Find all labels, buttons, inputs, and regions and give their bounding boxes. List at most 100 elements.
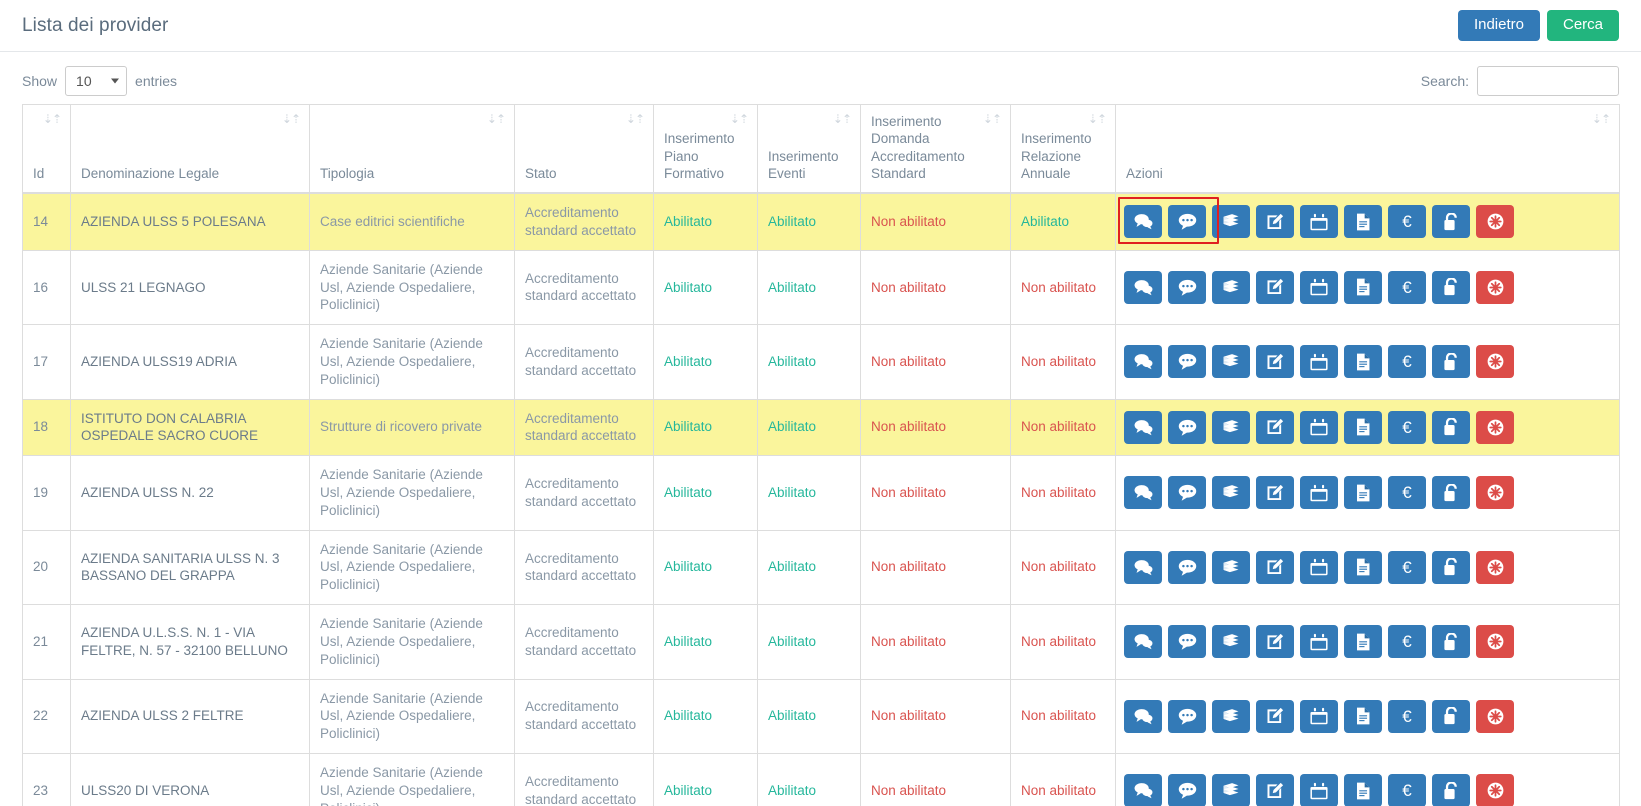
action-comment-dots-button[interactable] — [1168, 476, 1206, 510]
action-file-lines-button[interactable] — [1344, 550, 1382, 584]
action-edit-square-button[interactable] — [1256, 410, 1294, 444]
action-calendar-button[interactable] — [1300, 699, 1338, 733]
action-comments-button[interactable] — [1124, 345, 1162, 379]
table-row[interactable]: 21 AZIENDA U.L.S.S. N. 1 - VIA FELTRE, N.… — [22, 604, 1620, 680]
action-edit-square-button[interactable] — [1256, 205, 1294, 239]
table-row[interactable]: 14 AZIENDA ULSS 5 POLESANA Case editrici s… — [22, 192, 1620, 251]
action-comments-button[interactable] — [1124, 550, 1162, 584]
action-comment-dots-button[interactable] — [1168, 270, 1206, 304]
action-ban-circle-button[interactable] — [1476, 699, 1514, 733]
page-length-select[interactable]: 10 — [65, 66, 128, 96]
col-azioni[interactable]: ⇣⇡ Azioni — [1115, 104, 1620, 195]
action-edit-square-button[interactable] — [1256, 345, 1294, 379]
action-book-button[interactable] — [1212, 205, 1250, 239]
action-file-lines-button[interactable] — [1344, 270, 1382, 304]
table-row[interactable]: 18 ISTITUTO DON CALABRIA OSPEDALE SACRO C… — [22, 398, 1620, 457]
action-file-lines-button[interactable] — [1344, 699, 1382, 733]
action-ban-circle-button[interactable] — [1476, 774, 1514, 806]
action-comments-button[interactable] — [1124, 625, 1162, 659]
action-file-lines-button[interactable] — [1344, 410, 1382, 444]
action-ban-circle-button[interactable] — [1476, 410, 1514, 444]
col-denominazione[interactable]: ⇣⇡ Denominazione Legale — [70, 104, 310, 195]
search-submit-button[interactable]: Cerca — [1546, 9, 1619, 42]
action-ban-circle-button[interactable] — [1476, 550, 1514, 584]
action-calendar-button[interactable] — [1300, 476, 1338, 510]
action-comment-dots-button[interactable] — [1168, 699, 1206, 733]
action-file-lines-button[interactable] — [1344, 205, 1382, 239]
action-unlock-button[interactable] — [1432, 476, 1470, 510]
action-file-lines-button[interactable] — [1344, 476, 1382, 510]
table-row[interactable]: 20 AZIENDA SANITARIA ULSS N. 3 BASSANO DE… — [22, 529, 1620, 606]
action-ban-circle-button[interactable] — [1476, 345, 1514, 379]
action-euro-button[interactable]: € — [1388, 550, 1426, 584]
action-book-button[interactable] — [1212, 625, 1250, 659]
action-calendar-button[interactable] — [1300, 270, 1338, 304]
action-unlock-button[interactable] — [1432, 205, 1470, 239]
action-calendar-button[interactable] — [1300, 345, 1338, 379]
action-unlock-button[interactable] — [1432, 550, 1470, 584]
action-calendar-button[interactable] — [1300, 205, 1338, 239]
action-comment-dots-button[interactable] — [1168, 205, 1206, 239]
col-domanda-accreditamento[interactable]: ⇣⇡ Inserimento Domanda Accreditamento Sta… — [860, 104, 1011, 195]
action-ban-circle-button[interactable] — [1476, 625, 1514, 659]
action-comment-dots-button[interactable] — [1168, 550, 1206, 584]
action-euro-button[interactable]: € — [1388, 205, 1426, 239]
action-ban-circle-button[interactable] — [1476, 270, 1514, 304]
action-edit-square-button[interactable] — [1256, 550, 1294, 584]
action-comments-button[interactable] — [1124, 410, 1162, 444]
action-book-button[interactable] — [1212, 550, 1250, 584]
action-calendar-button[interactable] — [1300, 410, 1338, 444]
table-row[interactable]: 23 ULSS20 DI VERONA Aziende Sanitarie (Azi… — [22, 752, 1620, 806]
action-book-button[interactable] — [1212, 774, 1250, 806]
action-comment-dots-button[interactable] — [1168, 345, 1206, 379]
action-comment-dots-button[interactable] — [1168, 774, 1206, 806]
action-unlock-button[interactable] — [1432, 699, 1470, 733]
action-book-button[interactable] — [1212, 476, 1250, 510]
search-input[interactable] — [1477, 66, 1619, 96]
col-tipologia[interactable]: ⇣⇡ Tipologia — [309, 104, 515, 195]
table-row[interactable]: 16 ULSS 21 LEGNAGO Aziende Sanitarie (Azie… — [22, 249, 1620, 326]
action-calendar-button[interactable] — [1300, 774, 1338, 806]
action-edit-square-button[interactable] — [1256, 270, 1294, 304]
table-row[interactable]: 17 AZIENDA ULSS19 ADRIA Aziende Sanitarie … — [22, 324, 1620, 400]
action-comments-button[interactable] — [1124, 205, 1162, 239]
action-book-button[interactable] — [1212, 410, 1250, 444]
action-edit-square-button[interactable] — [1256, 774, 1294, 806]
action-comment-dots-button[interactable] — [1168, 625, 1206, 659]
col-id[interactable]: ⇣⇡ Id — [22, 104, 71, 195]
action-unlock-button[interactable] — [1432, 625, 1470, 659]
action-euro-button[interactable]: € — [1388, 699, 1426, 733]
action-comments-button[interactable] — [1124, 476, 1162, 510]
col-eventi[interactable]: ⇣⇡ Inserimento Eventi — [757, 104, 861, 195]
action-euro-button[interactable]: € — [1388, 410, 1426, 444]
action-euro-button[interactable]: € — [1388, 345, 1426, 379]
action-file-lines-button[interactable] — [1344, 774, 1382, 806]
action-euro-button[interactable]: € — [1388, 476, 1426, 510]
action-unlock-button[interactable] — [1432, 345, 1470, 379]
action-calendar-button[interactable] — [1300, 625, 1338, 659]
action-ban-circle-button[interactable] — [1476, 205, 1514, 239]
action-comments-button[interactable] — [1124, 270, 1162, 304]
action-file-lines-button[interactable] — [1344, 625, 1382, 659]
action-book-button[interactable] — [1212, 270, 1250, 304]
action-book-button[interactable] — [1212, 345, 1250, 379]
action-comments-button[interactable] — [1124, 774, 1162, 806]
action-unlock-button[interactable] — [1432, 410, 1470, 444]
action-euro-button[interactable]: € — [1388, 625, 1426, 659]
action-ban-circle-button[interactable] — [1476, 476, 1514, 510]
table-row[interactable]: 22 AZIENDA ULSS 2 FELTRE Aziende Sanitarie… — [22, 678, 1620, 754]
action-file-lines-button[interactable] — [1344, 345, 1382, 379]
action-edit-square-button[interactable] — [1256, 625, 1294, 659]
back-button[interactable]: Indietro — [1457, 9, 1540, 42]
action-comment-dots-button[interactable] — [1168, 410, 1206, 444]
action-euro-button[interactable]: € — [1388, 270, 1426, 304]
action-comments-button[interactable] — [1124, 699, 1162, 733]
col-piano-formativo[interactable]: ⇣⇡ Inserimento Piano Formativo — [653, 104, 758, 195]
action-unlock-button[interactable] — [1432, 270, 1470, 304]
table-row[interactable]: 19 AZIENDA ULSS N. 22 Aziende Sanitarie (A… — [22, 455, 1620, 531]
col-relazione-annuale[interactable]: ⇣⇡ Inserimento Relazione Annuale — [1010, 104, 1116, 195]
action-edit-square-button[interactable] — [1256, 699, 1294, 733]
action-unlock-button[interactable] — [1432, 774, 1470, 806]
action-euro-button[interactable]: € — [1388, 774, 1426, 806]
col-stato[interactable]: ⇣⇡ Stato — [514, 104, 654, 195]
